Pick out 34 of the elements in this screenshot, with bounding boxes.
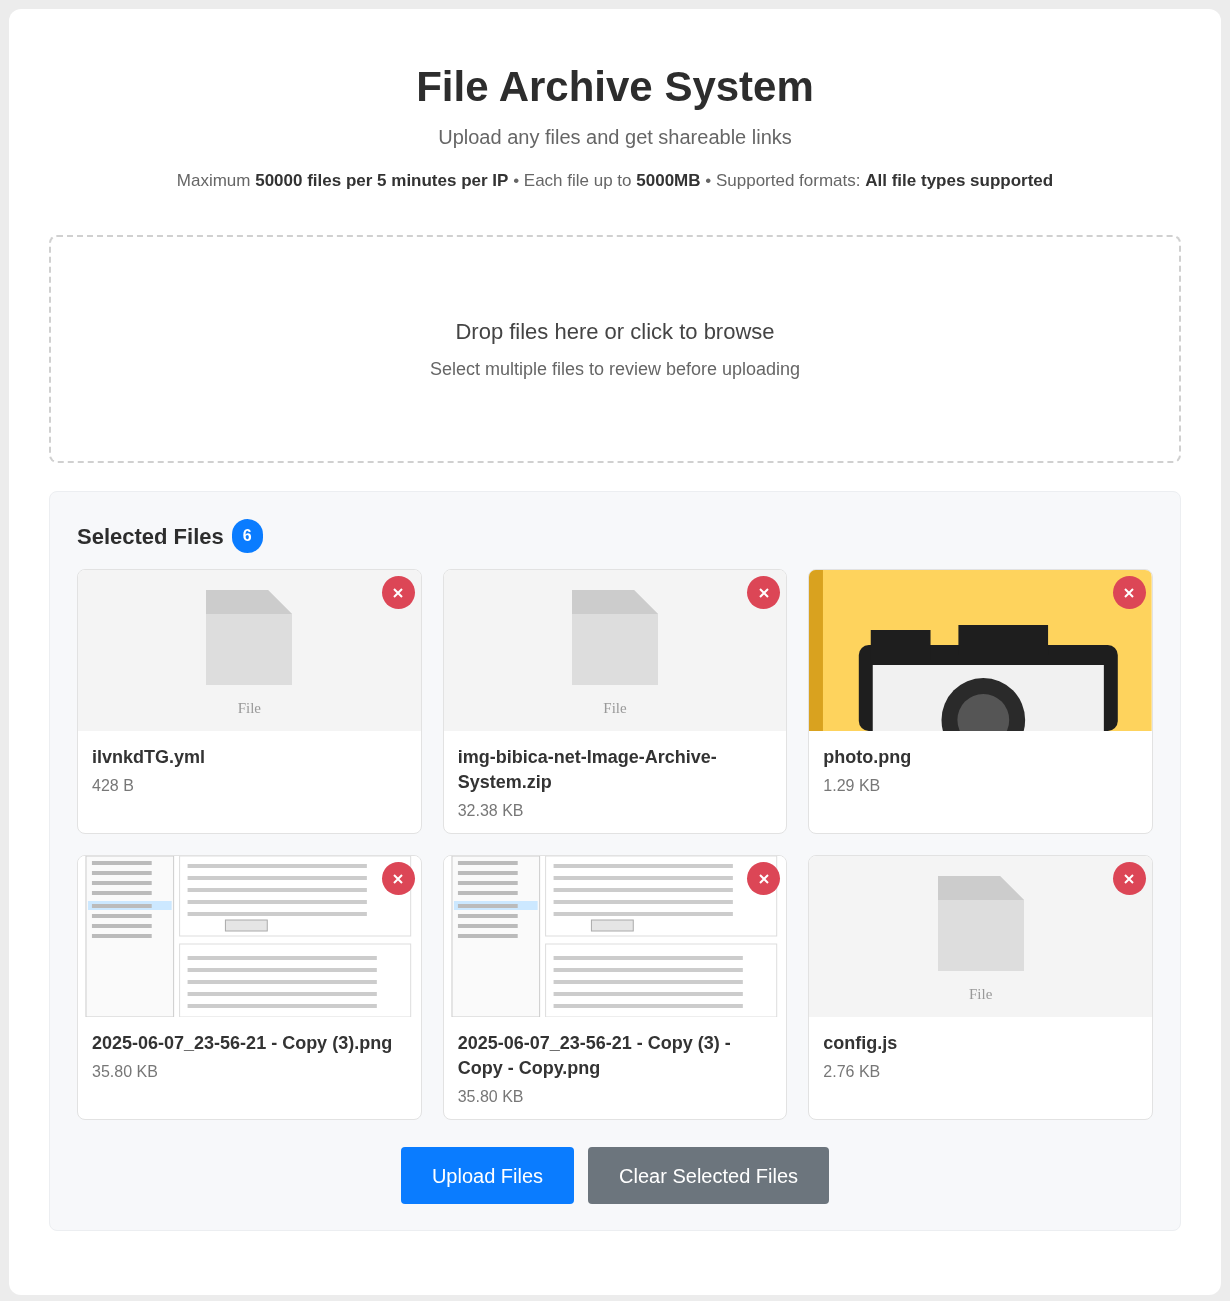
document-icon (572, 590, 658, 685)
close-icon (758, 873, 769, 884)
close-icon (393, 587, 404, 598)
document-icon (937, 876, 1024, 971)
file-name: img-bibica-net-Image-Archive-System.zip (457, 746, 718, 794)
file-size: 35.80 KB (457, 1087, 525, 1107)
selected-files-title: Selected Files (77, 522, 224, 551)
drop-zone-hint: Select multiple files to review before uploading (429, 358, 801, 381)
file-name: ilvnkdTG.yml (92, 746, 207, 769)
file-name: 2025-06-07_23-56-21 - Copy (3).png (92, 1032, 394, 1055)
file-name: config.js (823, 1032, 899, 1055)
close-icon (393, 873, 404, 884)
file-label: File (969, 985, 993, 1004)
close-icon (758, 587, 769, 598)
document-icon (206, 590, 293, 685)
file-name: 2025-06-07_23-56-21 - Copy (3) - Copy - Copy.png (457, 1032, 732, 1080)
action-button[interactable]: Clear Selected Files (588, 1147, 830, 1204)
drop-zone[interactable]: Drop files here or click to browse Select multiple files to review before uploading (49, 235, 1181, 463)
close-icon (1124, 587, 1135, 598)
file-name: photo.png (823, 746, 913, 769)
file-size: 428 B (92, 776, 135, 796)
file-size: 1.29 KB (823, 776, 882, 796)
file-count-badge: 6 (231, 519, 263, 553)
page-subtitle: Upload any files and get shareable links (437, 124, 793, 150)
file-size: 2.76 KB (823, 1062, 882, 1082)
file-label: File (603, 699, 627, 718)
drop-zone-title: Drop files here or click to browse (455, 318, 775, 346)
action-button[interactable]: Upload Files (400, 1147, 575, 1204)
file-size: 35.80 KB (92, 1062, 159, 1082)
file-label: File (237, 699, 261, 718)
close-icon (1124, 873, 1135, 884)
page-title: File Archive System (415, 62, 815, 112)
file-size: 32.38 KB (457, 801, 525, 821)
upload-limits: Maximum 50000 files per 5 minutes per IP • Each file up to 5000MB • Supported formats: All file types supported (175, 169, 1055, 192)
